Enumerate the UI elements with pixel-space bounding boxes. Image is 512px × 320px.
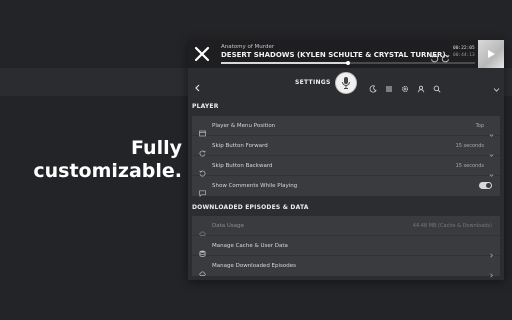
progress-handle[interactable] (346, 61, 350, 65)
setting-row-show-comments[interactable]: Show Comments While Playing (192, 176, 500, 198)
close-icon (194, 46, 210, 62)
play-icon (488, 50, 495, 58)
menu-icon (386, 86, 392, 92)
moon-icon (369, 85, 377, 93)
setting-label: Manage Cache & User Data (212, 242, 288, 249)
gear-icon (401, 85, 409, 93)
setting-value: 15 seconds (455, 142, 484, 149)
setting-row-skip-forward[interactable]: Skip Button Forward 15 seconds (192, 136, 500, 157)
episode-artwork[interactable] (478, 40, 504, 68)
chevron-left-icon (195, 84, 200, 92)
chevron-right-icon[interactable] (489, 263, 494, 282)
time-current: 00:22:05 (453, 46, 475, 51)
account-button[interactable] (417, 78, 425, 97)
collapse-button[interactable] (493, 78, 500, 97)
player-bar: Anatomy of Murder DESERT SHADOWS (KYLEN … (188, 40, 504, 68)
back-button[interactable] (194, 77, 201, 96)
setting-row-manage-downloads[interactable]: Manage Downloaded Episodes (192, 256, 500, 278)
setting-value: 15 seconds (455, 162, 484, 169)
settings-header: SETTINGS (188, 70, 504, 94)
episode-title[interactable]: DESERT SHADOWS (KYLEN SCHULTE & CRYSTAL … (221, 51, 446, 59)
search-button[interactable] (433, 78, 441, 97)
search-icon (433, 85, 441, 93)
settings-button[interactable] (401, 78, 409, 97)
time-total: 00:44:13 (453, 53, 475, 58)
setting-row-player-position[interactable]: Player & Menu Position Top (192, 116, 500, 137)
setting-row-data-usage: Data Usage 44.48 MB (Cache & Downloads) (192, 216, 500, 236)
setting-label: Skip Button Backward (212, 162, 273, 169)
setting-label: Player & Menu Position (212, 122, 276, 129)
player-settings-group: Player & Menu Position Top Skip Button F… (192, 116, 500, 198)
setting-value: Top (475, 122, 484, 129)
menu-button[interactable] (385, 78, 393, 97)
comment-icon (199, 182, 206, 201)
progress-fill (221, 62, 348, 64)
skip-back-button[interactable] (430, 48, 439, 67)
microphone-icon (342, 77, 350, 89)
setting-value: 44.48 MB (Cache & Downloads) (412, 222, 492, 229)
setting-row-skip-backward[interactable]: Skip Button Backward 15 seconds (192, 156, 500, 177)
section-title-player: PLAYER (192, 103, 219, 110)
comments-toggle[interactable] (479, 182, 492, 189)
setting-label: Skip Button Forward (212, 142, 268, 149)
page-title: SETTINGS (295, 79, 331, 86)
promo-text: Fully customizable. (33, 137, 182, 183)
setting-label: Show Comments While Playing (212, 182, 298, 189)
data-settings-group: Data Usage 44.48 MB (Cache & Downloads) … (192, 216, 500, 278)
promo-line-2: customizable. (33, 160, 182, 182)
user-icon (417, 85, 425, 93)
skip-forward-button[interactable] (441, 48, 450, 67)
cloud-download-icon (199, 262, 206, 281)
chevron-down-icon (493, 88, 500, 92)
setting-label: Manage Downloaded Episodes (212, 262, 297, 269)
promo-line-1: Fully (131, 137, 182, 159)
show-name[interactable]: Anatomy of Murder (221, 44, 274, 50)
rotate-ccw-icon (430, 54, 439, 63)
settings-panel: Anatomy of Murder DESERT SHADOWS (KYLEN … (188, 40, 504, 280)
close-button[interactable] (188, 40, 216, 68)
setting-row-manage-cache[interactable]: Manage Cache & User Data (192, 236, 500, 258)
theme-button[interactable] (369, 78, 377, 97)
setting-label: Data Usage (212, 222, 245, 229)
section-title-data: DOWNLOADED EPISODES & DATA (192, 204, 309, 211)
toggle-knob (486, 183, 491, 188)
app-logo[interactable] (335, 72, 357, 94)
rotate-cw-icon (441, 54, 450, 63)
